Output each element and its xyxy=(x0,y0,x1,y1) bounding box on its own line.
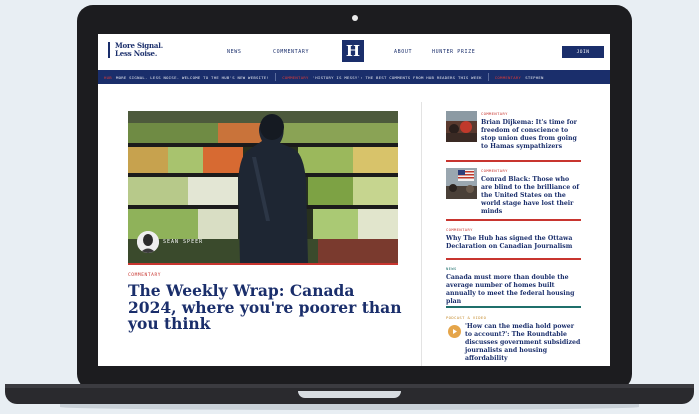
feature-accent-line xyxy=(128,263,398,265)
sidebar-title: Brian Dijkema: It's time for freedom of … xyxy=(481,119,577,150)
sidebar-rule xyxy=(446,219,581,221)
ticker-tag: COMMENTARY xyxy=(494,74,522,80)
protest-photo-icon xyxy=(446,111,477,142)
ticker-item[interactable]: HUB MORE SIGNAL. LESS NOISE. WELCOME TO T… xyxy=(98,75,269,80)
ticker-text: MORE SIGNAL. LESS NOISE. WELCOME TO THE … xyxy=(115,74,270,80)
site-logo[interactable]: H xyxy=(342,40,364,62)
brand-tagline[interactable]: More Signal. Less Noise. xyxy=(108,42,163,58)
laptop-notch xyxy=(298,391,401,398)
site-header: More Signal. Less Noise. NEWS COMMENTARY… xyxy=(98,34,610,70)
author-name: SEAN SPEER xyxy=(163,239,204,245)
brand-line-2: Less Noise. xyxy=(115,49,158,58)
us-flag-photo-icon xyxy=(446,168,477,199)
sidebar-article[interactable]: 'How can the media hold power to account… xyxy=(465,320,583,363)
sidebar-title: 'How can the media hold power to account… xyxy=(465,323,581,362)
logo-letter: H xyxy=(345,42,361,60)
sidebar-title: Why The Hub has signed the Ottawa Declar… xyxy=(446,235,573,250)
laptop-shadow xyxy=(60,404,639,410)
play-triangle-icon xyxy=(453,329,457,334)
feature-kicker[interactable]: COMMENTARY xyxy=(128,273,161,278)
feature-headline[interactable]: The Weekly Wrap: Canada 2024, where you'… xyxy=(128,282,408,333)
sidebar-article[interactable]: COMMENTARY Conrad Black: Those who are b… xyxy=(481,168,581,216)
sidebar-rule xyxy=(446,258,581,260)
author-portrait-icon xyxy=(137,231,159,253)
sidebar-title: Canada must more than double the average… xyxy=(446,274,575,305)
nav-news[interactable]: NEWS xyxy=(227,49,241,55)
nav-hunter-prize[interactable]: HUNTER PRIZE xyxy=(432,49,475,55)
sidebar-thumbnail[interactable] xyxy=(446,168,477,199)
sidebar-rule xyxy=(446,306,581,308)
sidebar-article[interactable]: NEWS Canada must more than double the av… xyxy=(446,266,581,306)
ticker-tag: HUB xyxy=(104,74,112,80)
sidebar-kicker: COMMENTARY xyxy=(481,168,508,173)
laptop-screen: More Signal. Less Noise. NEWS COMMENTARY… xyxy=(98,34,610,366)
sidebar-thumbnail[interactable] xyxy=(446,111,477,142)
ticker-text: 'HISTORY IS MESSY': THE BEST COMMENTS FR… xyxy=(312,74,482,80)
column-divider xyxy=(421,102,422,366)
ticker-item[interactable]: COMMENTARY STEPHEN xyxy=(489,75,544,80)
sidebar-title: Conrad Black: Those who are blind to the… xyxy=(481,176,580,215)
ticker-item[interactable]: COMMENTARY 'HISTORY IS MESSY': THE BEST C… xyxy=(276,75,482,80)
ticker-text: STEPHEN xyxy=(525,74,544,80)
sidebar-kicker: NEWS xyxy=(446,266,457,271)
laptop-hinge xyxy=(5,384,694,388)
sidebar-kicker: COMMENTARY xyxy=(446,227,473,232)
join-button[interactable]: JOIN xyxy=(562,46,604,58)
sidebar-kicker: COMMENTARY xyxy=(481,111,508,116)
sidebar-article[interactable]: COMMENTARY Brian Dijkema: It's time for … xyxy=(481,111,581,151)
ticker-tag: COMMENTARY xyxy=(282,74,309,80)
webcam-icon xyxy=(352,15,358,21)
author-avatar xyxy=(137,231,159,253)
nav-about[interactable]: ABOUT xyxy=(394,49,412,55)
news-ticker: HUB MORE SIGNAL. LESS NOISE. WELCOME TO T… xyxy=(98,70,610,84)
author-byline[interactable]: SEAN SPEER xyxy=(137,231,203,253)
sidebar-article[interactable]: COMMENTARY Why The Hub has signed the Ot… xyxy=(446,227,581,251)
sidebar-rule xyxy=(446,160,581,162)
play-icon[interactable] xyxy=(448,325,461,338)
nav-commentary[interactable]: COMMENTARY xyxy=(273,49,309,55)
